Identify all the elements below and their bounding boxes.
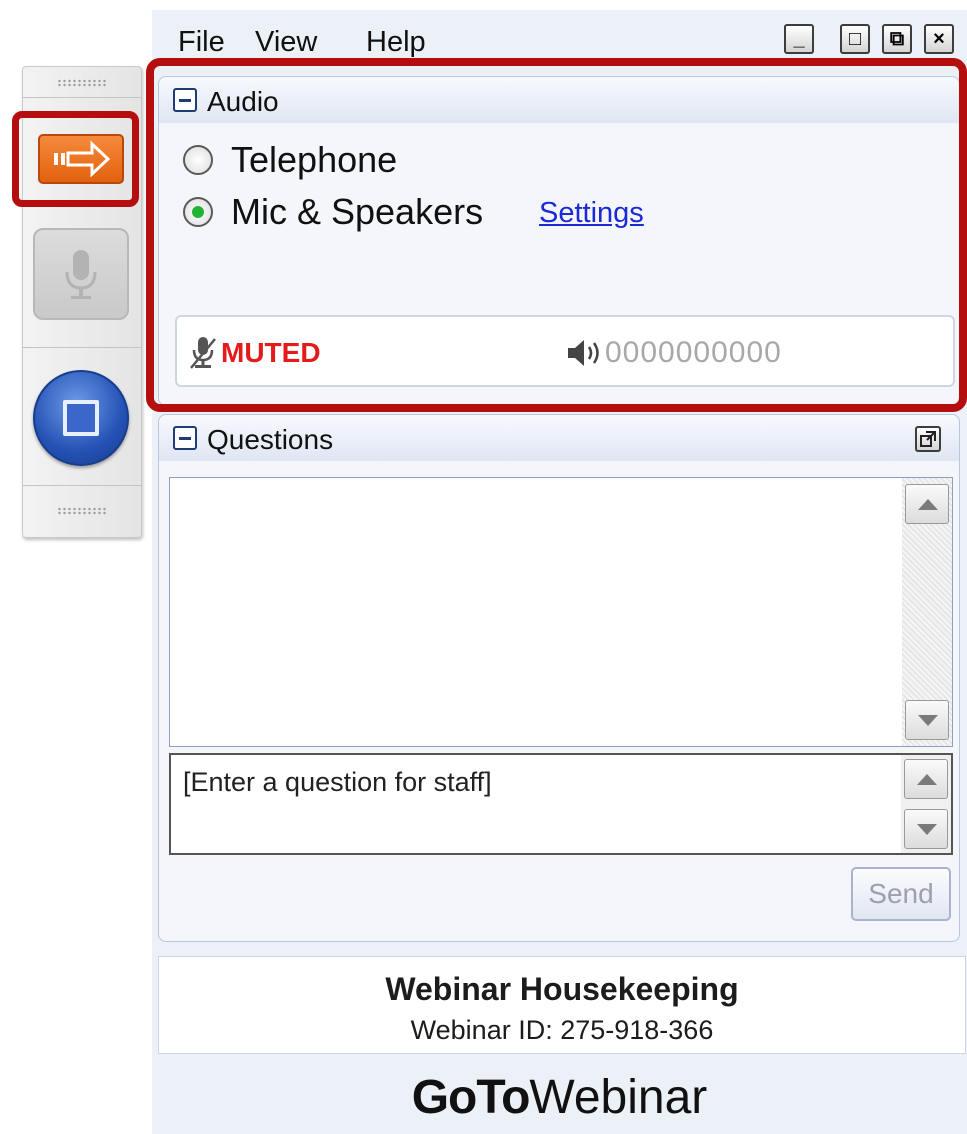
webinar-id: Webinar ID: 275-918-366 (410, 1015, 714, 1045)
arrow-up-icon (918, 499, 938, 510)
questions-log[interactable] (169, 477, 953, 747)
divider (23, 97, 141, 98)
menu-file[interactable]: File (178, 26, 225, 59)
scroll-up-button[interactable] (904, 759, 948, 799)
restore-icon: ⧉ (889, 28, 905, 50)
menu-help[interactable]: Help (366, 26, 426, 59)
popout-button[interactable] (915, 426, 941, 452)
maximize-button[interactable]: □ (840, 24, 870, 54)
webinar-title: Webinar Housekeeping (385, 971, 739, 1007)
question-input-placeholder: [Enter a question for staff] (183, 767, 492, 797)
divider (23, 347, 141, 348)
divider (23, 485, 141, 486)
gotowebinar-logo: GoToWebinar (152, 1070, 967, 1125)
menu-bar: File View Help _ □ ⧉ × (152, 10, 967, 62)
questions-section: Questions [Enter a question for staff] S… (158, 414, 960, 942)
scroll-down-button[interactable] (905, 700, 949, 740)
microphone-icon (65, 250, 97, 299)
logo-regular-part: Webinar (529, 1071, 708, 1124)
question-input-scrollbar[interactable] (901, 755, 951, 853)
highlight-box-show-panel (12, 111, 139, 207)
webinar-info: Webinar Housekeeping Webinar ID: 275-918… (158, 956, 966, 1054)
popout-icon (920, 431, 936, 447)
menu-view[interactable]: View (255, 26, 317, 59)
stop-screen-icon (63, 400, 99, 436)
questions-log-scrollbar[interactable] (902, 478, 952, 746)
close-icon: × (933, 28, 945, 50)
questions-title: Questions (207, 424, 334, 455)
minimize-button[interactable]: _ (784, 24, 814, 54)
question-input[interactable]: [Enter a question for staff] (169, 753, 953, 855)
arrow-down-icon (918, 715, 938, 726)
drag-grip-top[interactable] (57, 79, 107, 87)
restore-button[interactable]: ⧉ (882, 24, 912, 54)
stop-screen-sharing-button[interactable] (33, 370, 129, 466)
scroll-up-button[interactable] (905, 484, 949, 524)
highlight-box-audio (146, 58, 967, 412)
minimize-icon: _ (793, 28, 805, 50)
maximize-icon: □ (848, 28, 862, 50)
questions-header: Questions (159, 415, 959, 461)
mute-microphone-button[interactable] (33, 228, 129, 320)
close-button[interactable]: × (924, 24, 954, 54)
drag-grip-bottom[interactable] (57, 507, 107, 515)
arrow-down-icon (917, 824, 937, 835)
collapse-questions-button[interactable] (173, 426, 197, 450)
send-button[interactable]: Send (851, 867, 951, 921)
scroll-down-button[interactable] (904, 809, 948, 849)
logo-bold-part: GoTo (411, 1071, 531, 1124)
arrow-up-icon (917, 774, 937, 785)
